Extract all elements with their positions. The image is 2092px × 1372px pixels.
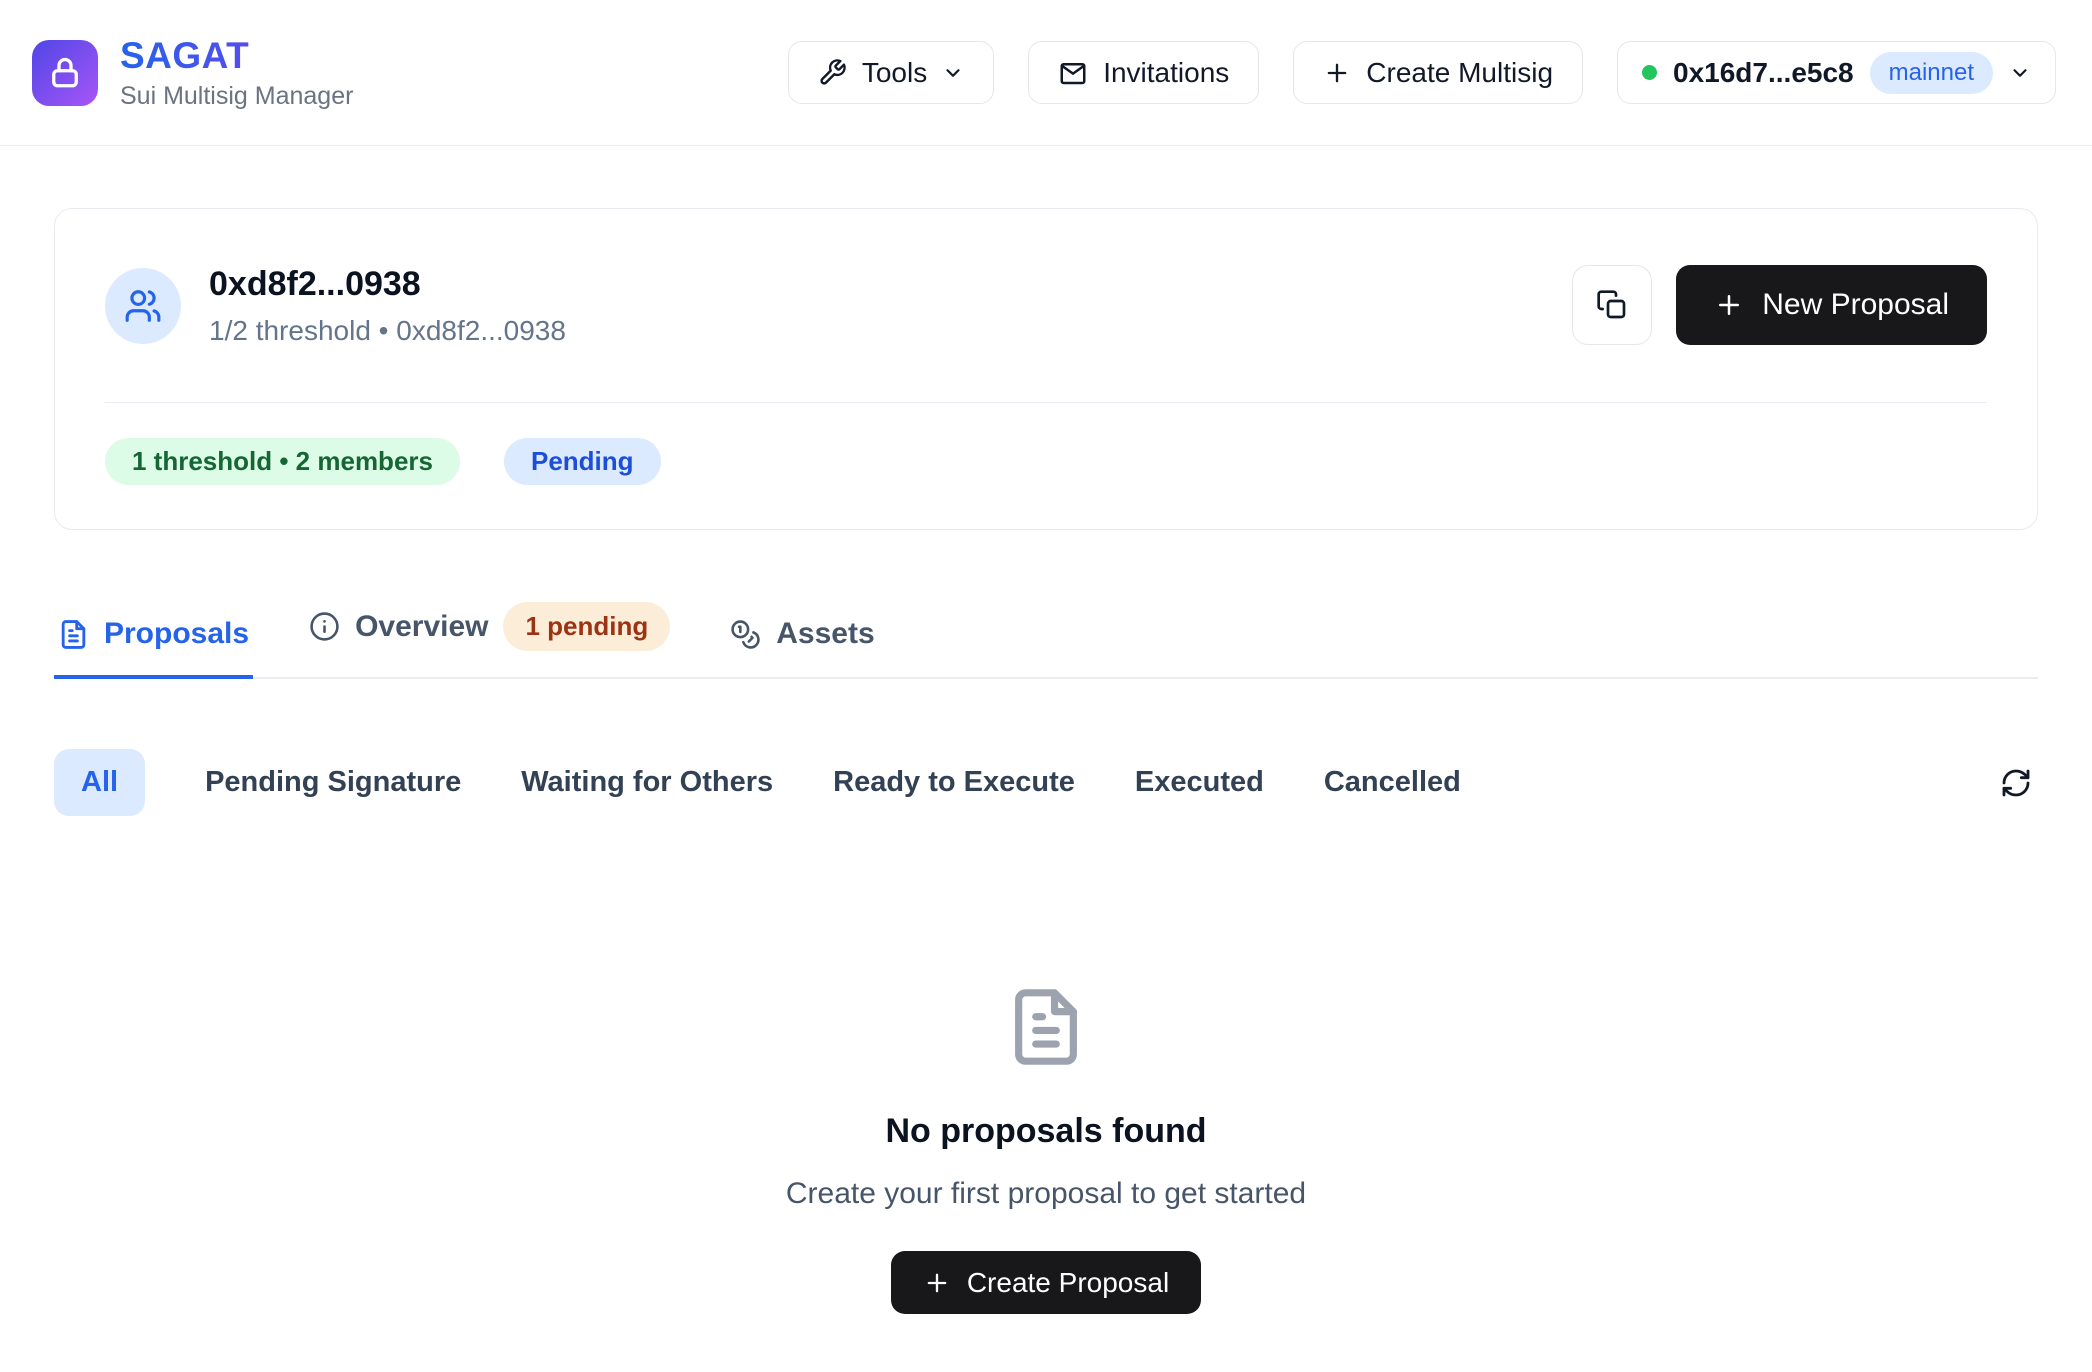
empty-state-title: No proposals found [885,1112,1206,1151]
wallet-address: 0x16d7...e5c8 [1673,57,1854,89]
card-divider [105,402,1987,403]
create-multisig-label: Create Multisig [1366,57,1553,89]
mail-icon [1058,58,1088,88]
tab-proposals-label: Proposals [104,617,249,651]
refresh-icon [2000,767,2032,799]
tab-proposals[interactable]: Proposals [54,617,253,679]
tab-overview-label: Overview [355,610,488,644]
copy-address-button[interactable] [1572,265,1652,345]
empty-state: No proposals found Create your first pro… [54,986,2038,1314]
copy-icon [1596,289,1628,321]
multisig-identity: 0xd8f2...0938 1/2 threshold • 0xd8f2...0… [105,265,566,347]
header-actions: Tools Invitations Create Multisig 0x16d7… [788,41,2056,104]
filter-all[interactable]: All [54,749,145,816]
chevron-down-icon [942,62,964,84]
chevron-down-icon [2009,62,2031,84]
info-icon [309,611,340,642]
tab-bar: Proposals Overview 1 pending Assets [54,602,2038,679]
wrench-icon [818,58,847,87]
create-proposal-button[interactable]: Create Proposal [891,1251,1201,1314]
filter-ready-to-execute[interactable]: Ready to Execute [833,766,1075,799]
multisig-avatar [105,268,181,344]
app-title: SAGAT [120,35,353,77]
connection-status-dot [1642,65,1657,80]
members-badge: 1 threshold • 2 members [105,438,460,485]
filter-cancelled[interactable]: Cancelled [1324,766,1461,799]
empty-state-subtitle: Create your first proposal to get starte… [786,1177,1306,1211]
refresh-button[interactable] [1994,761,2038,805]
lock-icon [47,55,83,91]
pending-count-badge: 1 pending [503,602,670,651]
tools-label: Tools [862,57,927,89]
users-icon [124,287,162,325]
filter-waiting-for-others[interactable]: Waiting for Others [521,766,773,799]
main-content: 0xd8f2...0938 1/2 threshold • 0xd8f2...0… [0,208,2092,1314]
create-multisig-button[interactable]: Create Multisig [1293,41,1583,104]
multisig-card: 0xd8f2...0938 1/2 threshold • 0xd8f2...0… [54,208,2038,530]
new-proposal-label: New Proposal [1762,288,1949,322]
multisig-subtitle: 1/2 threshold • 0xd8f2...0938 [209,315,566,347]
app-subtitle: Sui Multisig Manager [120,82,353,111]
invitations-label: Invitations [1103,57,1229,89]
create-proposal-label: Create Proposal [967,1267,1169,1299]
filter-pending-signature[interactable]: Pending Signature [205,766,461,799]
tab-assets[interactable]: Assets [726,617,878,679]
proposal-filters: All Pending Signature Waiting for Others… [54,749,2038,816]
network-badge: mainnet [1870,52,1993,94]
tools-button[interactable]: Tools [788,41,994,104]
plus-icon [923,1269,951,1297]
brand-text: SAGAT Sui Multisig Manager [120,35,353,111]
plus-icon [1323,59,1351,87]
tab-assets-label: Assets [776,617,874,651]
wallet-selector[interactable]: 0x16d7...e5c8 mainnet [1617,41,2056,104]
tab-overview[interactable]: Overview 1 pending [305,602,674,679]
document-icon [1005,986,1087,1068]
new-proposal-button[interactable]: New Proposal [1676,265,1987,345]
status-badge: Pending [504,438,661,485]
invitations-button[interactable]: Invitations [1028,41,1259,104]
app-logo [32,40,98,106]
plus-icon [1714,290,1744,320]
app-header: SAGAT Sui Multisig Manager Tools Invitat… [0,0,2092,146]
filter-executed[interactable]: Executed [1135,766,1264,799]
coins-icon [730,619,761,650]
multisig-card-actions: New Proposal [1572,265,1987,345]
multisig-title: 0xd8f2...0938 [209,265,566,304]
brand: SAGAT Sui Multisig Manager [32,35,353,111]
file-text-icon [58,619,89,650]
multisig-badges: 1 threshold • 2 members Pending [105,438,1987,485]
